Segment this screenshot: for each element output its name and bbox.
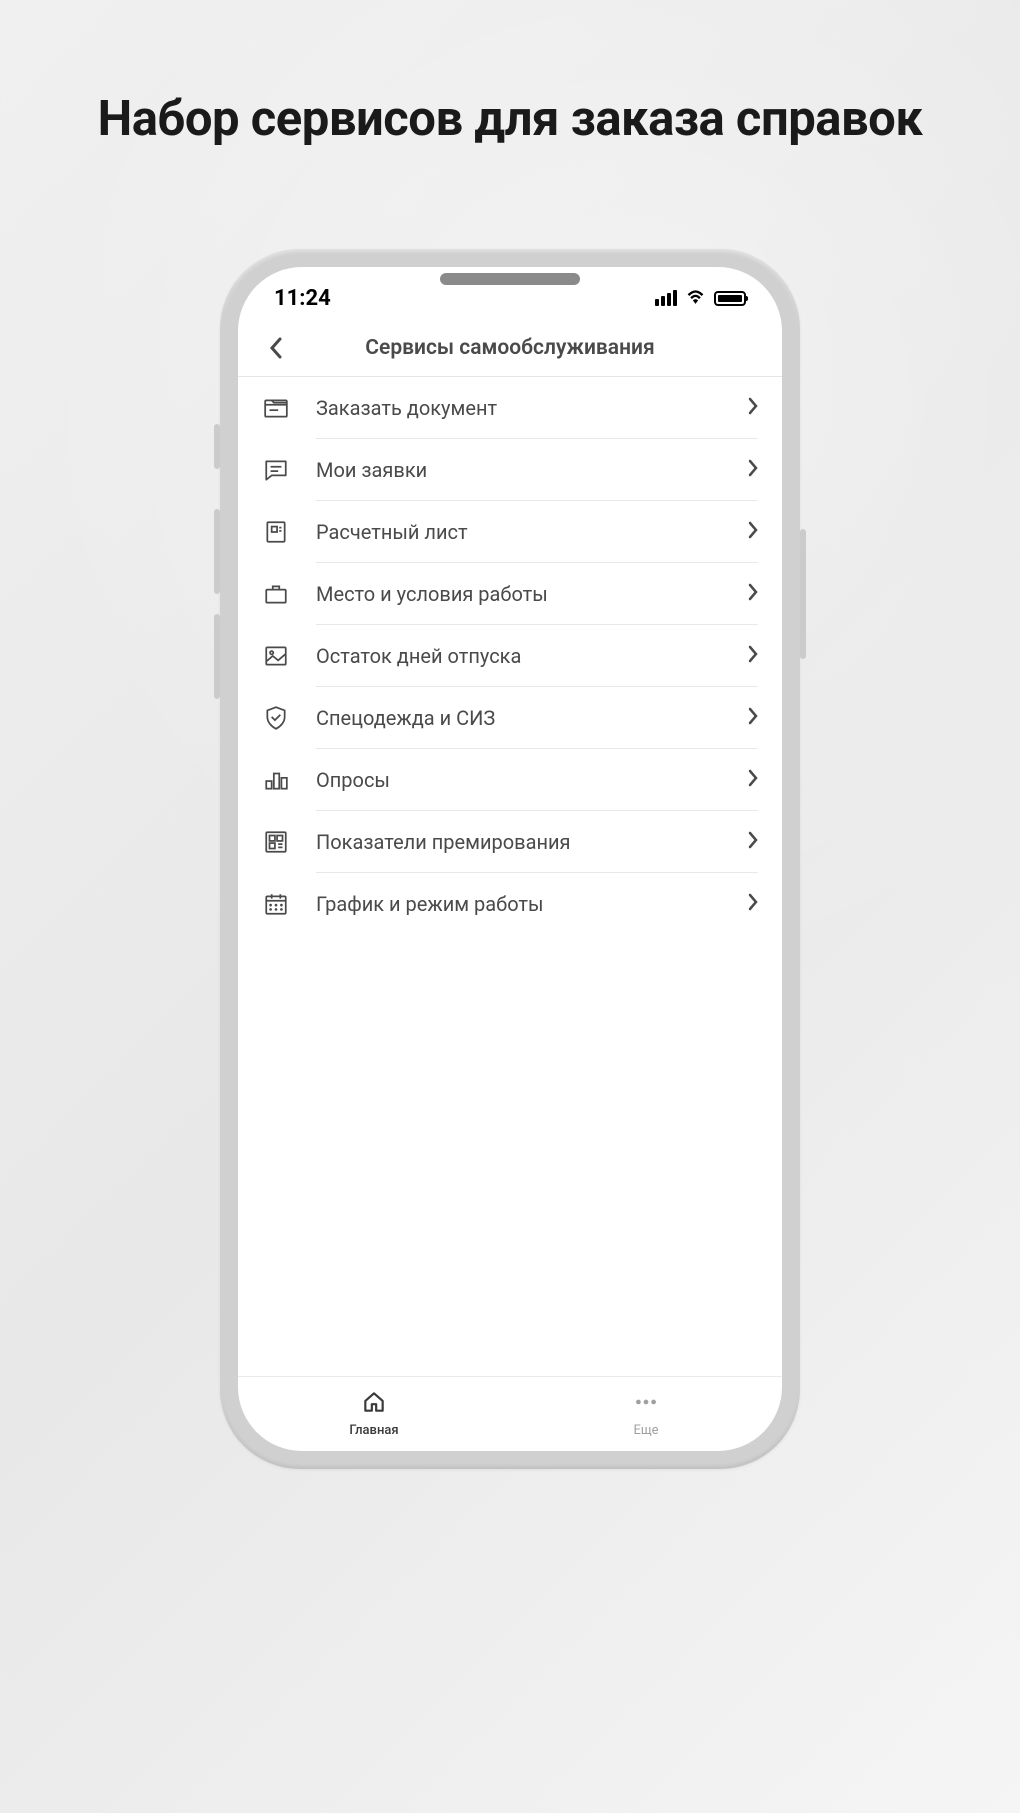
- chevron-right-icon: [748, 645, 758, 667]
- menu-label: Остаток дней отпуска: [316, 644, 748, 668]
- menu-item-surveys[interactable]: Опросы: [238, 749, 782, 811]
- cellular-signal-icon: [655, 290, 677, 306]
- chevron-right-icon: [748, 459, 758, 481]
- menu-list[interactable]: Заказать документ Мои заявки: [238, 377, 782, 1376]
- home-icon: [361, 1389, 387, 1419]
- menu-label: Показатели премирования: [316, 830, 748, 854]
- phone-volume-up: [214, 509, 220, 594]
- chevron-right-icon: [748, 893, 758, 915]
- bottom-navigation: Главная Еще: [238, 1376, 782, 1451]
- status-icons: [655, 288, 746, 308]
- receipt-icon: [262, 518, 290, 546]
- wifi-icon: [685, 288, 706, 308]
- chevron-right-icon: [748, 521, 758, 543]
- phone-screen: 11:24 Сервисы самообсл: [238, 267, 782, 1451]
- battery-icon: [714, 291, 746, 306]
- chevron-right-icon: [748, 707, 758, 729]
- folder-icon: [262, 394, 290, 422]
- menu-label: Расчетный лист: [316, 520, 748, 544]
- image-icon: [262, 642, 290, 670]
- nav-tab-label: Главная: [349, 1423, 398, 1438]
- chevron-right-icon: [748, 769, 758, 791]
- briefcase-icon: [262, 580, 290, 608]
- phone-mockup: 11:24 Сервисы самообсл: [220, 249, 800, 1469]
- chevron-right-icon: [748, 397, 758, 419]
- nav-tab-label: Еще: [633, 1423, 658, 1438]
- qr-icon: [262, 828, 290, 856]
- menu-label: Спецодежда и СИЗ: [316, 706, 748, 730]
- nav-tab-more[interactable]: Еще: [510, 1377, 782, 1451]
- menu-label: Мои заявки: [316, 458, 748, 482]
- shield-check-icon: [262, 704, 290, 732]
- menu-item-workplace-conditions[interactable]: Место и условия работы: [238, 563, 782, 625]
- menu-item-bonus-indicators[interactable]: Показатели премирования: [238, 811, 782, 873]
- menu-item-ppe[interactable]: Спецодежда и СИЗ: [238, 687, 782, 749]
- menu-item-vacation-days[interactable]: Остаток дней отпуска: [238, 625, 782, 687]
- page-title: Сервисы самообслуживания: [294, 336, 726, 360]
- nav-tab-home[interactable]: Главная: [238, 1377, 510, 1451]
- chat-icon: [262, 456, 290, 484]
- back-button[interactable]: [258, 337, 294, 359]
- status-time: 11:24: [274, 286, 331, 311]
- bar-chart-icon: [262, 766, 290, 794]
- chevron-right-icon: [748, 583, 758, 605]
- phone-silence-switch: [214, 424, 220, 469]
- menu-label: Опросы: [316, 768, 748, 792]
- dots-icon: [633, 1389, 659, 1419]
- menu-label: График и режим работы: [316, 892, 748, 916]
- menu-item-my-requests[interactable]: Мои заявки: [238, 439, 782, 501]
- menu-label: Заказать документ: [316, 396, 748, 420]
- menu-item-order-document[interactable]: Заказать документ: [238, 377, 782, 439]
- menu-item-payslip[interactable]: Расчетный лист: [238, 501, 782, 563]
- phone-speaker-notch: [440, 273, 580, 285]
- navigation-header: Сервисы самообслуживания: [238, 322, 782, 377]
- marketing-title: Набор сервисов для заказа справок: [98, 90, 923, 149]
- phone-power-button: [800, 529, 806, 659]
- calendar-icon: [262, 890, 290, 918]
- chevron-right-icon: [748, 831, 758, 853]
- menu-label: Место и условия работы: [316, 582, 748, 606]
- menu-item-work-schedule[interactable]: График и режим работы: [238, 873, 782, 935]
- phone-volume-down: [214, 614, 220, 699]
